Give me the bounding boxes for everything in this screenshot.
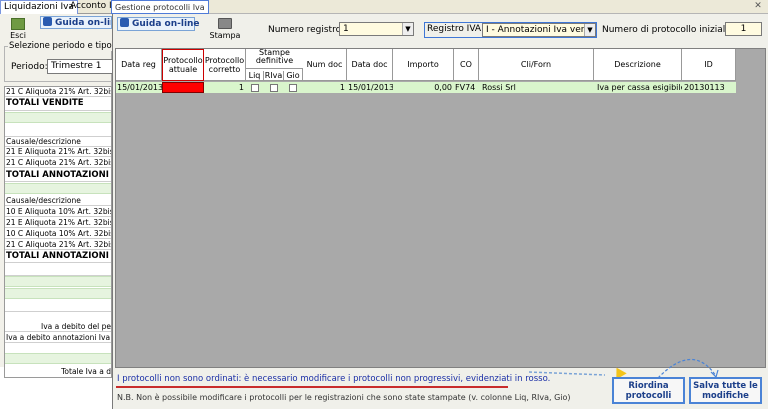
exit-label: Esci — [10, 31, 26, 40]
list-item — [5, 276, 111, 287]
background-guide-label: Guida on-lin — [55, 18, 112, 28]
list-item — [5, 125, 111, 137]
list-item: Iva a debito annotazioni Iva per c — [5, 333, 111, 343]
period-select[interactable]: Trimestre 1 — [47, 59, 113, 74]
period-label: Periodo: — [11, 62, 48, 72]
list-item — [5, 264, 111, 276]
list-item: 21 C Aliquota 21% Art. 32bis D.L — [5, 87, 111, 97]
riordina-line-1: Riordina — [628, 381, 669, 391]
list-item: TOTALI ANNOTAZIONI — [5, 251, 111, 263]
gestione-protocolli-dialog: Gestione protocolli Iva ✕ Guida on-line … — [111, 0, 768, 409]
list-item: TOTALI ANNOTAZIONI — [5, 170, 111, 182]
list-item: Iva a debito del pe — [5, 322, 111, 332]
salva-modifiche-button[interactable]: Salva tutte le modifiche — [689, 377, 762, 404]
exit-icon — [11, 18, 25, 30]
list-item: 10 C Aliquota 10% Art. 32bis D. — [5, 229, 111, 239]
list-item: Causale/descrizione — [5, 196, 111, 206]
guide-arrows — [528, 359, 719, 379]
list-item — [5, 288, 111, 299]
exit-button[interactable]: Esci — [4, 18, 32, 40]
riordina-protocolli-button[interactable]: Riordina protocolli — [612, 377, 685, 404]
salva-line-1: Salva tutte le — [693, 381, 758, 391]
list-item — [5, 183, 111, 194]
list-item: 21 E Aliquota 21% Art. 32bis D. — [5, 218, 112, 228]
list-item: 21 C Aliquota 21% Art. 32bis D. — [5, 240, 111, 250]
list-item: TOTALI VENDITE — [5, 98, 111, 111]
salva-line-2: modifiche — [702, 391, 749, 401]
help-icon — [43, 17, 52, 26]
background-summary-list: 21 C Aliquota 21% Art. 32bis D.L TOTALI … — [4, 86, 112, 378]
list-item: 10 E Aliquota 10% Art. 32bis D. — [5, 207, 112, 217]
list-item: Totale Iva a d — [61, 367, 111, 376]
riordina-line-2: protocolli — [625, 391, 672, 401]
list-item: 21 C Aliquota 21% Art. 32bis D. — [5, 158, 111, 168]
list-item: 21 E Aliquota 21% Art. 32bis D. — [5, 147, 112, 157]
background-guide-button[interactable]: Guida on-lin — [40, 16, 112, 29]
list-item — [5, 353, 111, 364]
list-item: Causale/descrizione — [5, 137, 111, 147]
list-item — [5, 300, 111, 312]
list-item — [5, 112, 111, 123]
